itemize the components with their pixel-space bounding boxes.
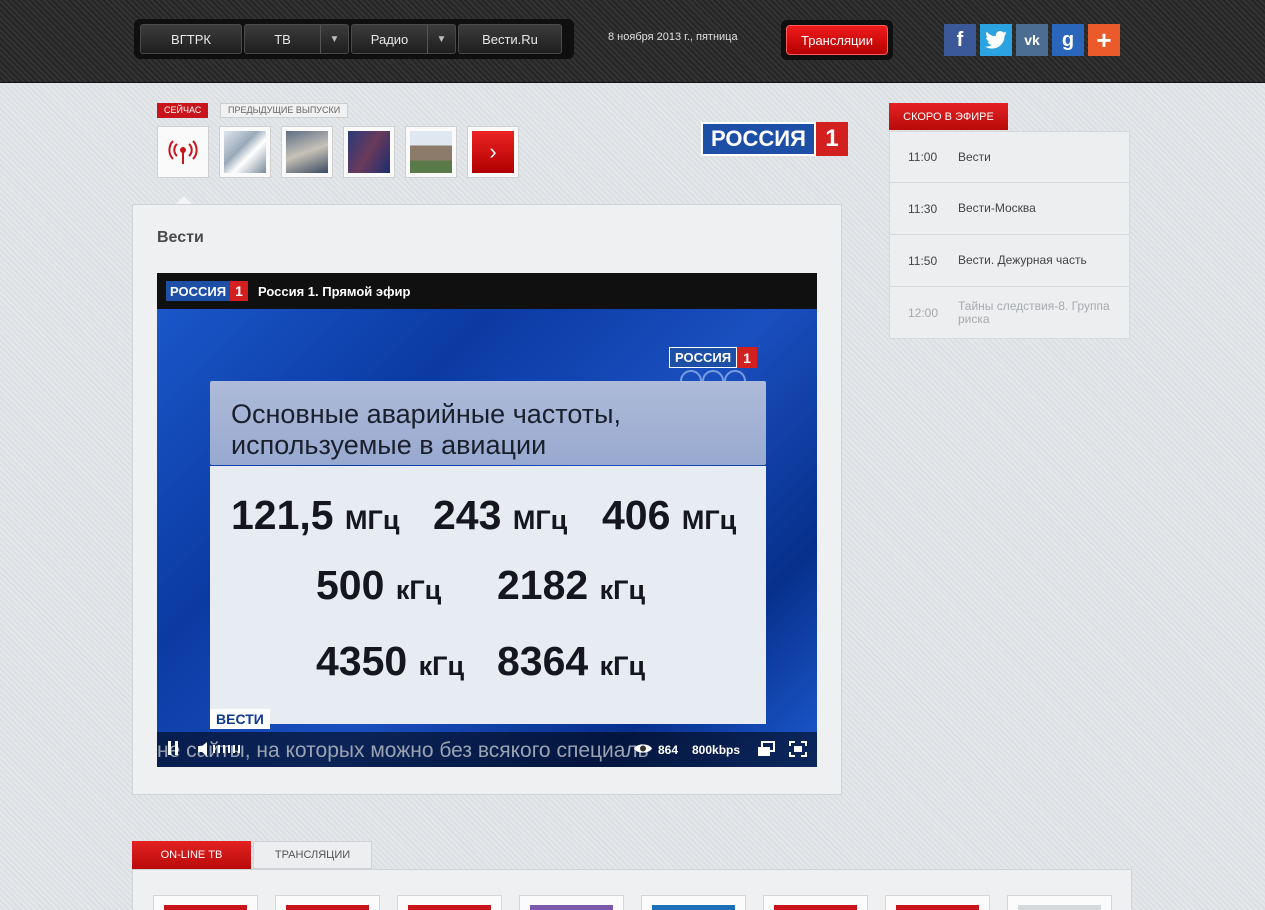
fullscreen-icon[interactable] (789, 741, 807, 760)
channel-card[interactable] (641, 895, 746, 910)
tab-previous-episodes[interactable]: ПРЕДЫДУЩИЕ ВЫПУСКИ (220, 103, 349, 118)
frequency-value: 2182 кГц (497, 562, 646, 608)
frequency-value: 4350 кГц (316, 638, 465, 684)
bitrate[interactable]: 800kbps (692, 743, 740, 757)
tab-now[interactable]: СЕЙЧАС (157, 103, 209, 118)
channel-card[interactable] (1007, 895, 1112, 910)
live-broadcast-icon (168, 140, 198, 164)
channel-card[interactable] (153, 895, 258, 910)
frequency-value: 121,5 МГц (231, 492, 400, 538)
frequency-value: 500 кГц (316, 562, 442, 608)
nav-radio[interactable]: Радио ▼ (351, 24, 456, 54)
chevron-right-icon: › (472, 131, 514, 173)
slide-heading-line: используемые в авиации (231, 430, 547, 460)
page-title: Вести (157, 229, 204, 246)
main-nav: ВГТРК ТВ ▼ Радио ▼ Вести.Ru (134, 19, 574, 59)
player-header: РОССИЯ 1 Россия 1. Прямой эфир (157, 273, 817, 309)
eye-icon (633, 742, 653, 758)
schedule-item[interactable]: 11:00 Вести (889, 131, 1130, 183)
frequency-value: 243 МГц (433, 492, 568, 538)
google-plus-icon[interactable]: g (1052, 24, 1084, 56)
episode-thumbnail[interactable] (281, 126, 333, 178)
twitter-icon[interactable] (980, 24, 1012, 56)
vk-icon[interactable]: vk (1016, 24, 1048, 56)
frequency-value: 8364 кГц (497, 638, 646, 684)
channel-logo: РОССИЯ 1 (701, 122, 848, 156)
next-episodes-button[interactable]: › (467, 126, 519, 178)
frequency-table: 121,5 МГц 243 МГц 406 МГц 500 кГц 2182 к… (210, 466, 766, 724)
channel-card[interactable] (763, 895, 868, 910)
broadcast-button-wrap: Трансляции (781, 20, 893, 60)
channel-card[interactable] (519, 895, 624, 910)
schedule-list: 11:00 Вести 11:30 Вести-Москва 11:50 Вести.… (889, 131, 1130, 339)
channel-card[interactable] (275, 895, 380, 910)
popout-icon[interactable] (757, 741, 775, 760)
episode-thumbnail[interactable] (343, 126, 395, 178)
nav-vesti-ru[interactable]: Вести.Ru (458, 24, 562, 54)
chevron-down-icon[interactable]: ▼ (427, 25, 455, 53)
schedule-item[interactable]: 11:30 Вести-Москва (889, 183, 1130, 235)
pause-icon[interactable] (167, 740, 179, 759)
volume-icon[interactable] (197, 741, 245, 760)
episode-thumbnails: › (157, 126, 519, 178)
share-plus-icon[interactable]: + (1088, 24, 1120, 56)
tab-coming-soon[interactable]: СКОРО В ЭФИРЕ (889, 103, 1008, 130)
broadcasts-button[interactable]: Трансляции (786, 25, 888, 55)
live-thumbnail[interactable] (157, 126, 209, 178)
schedule-item[interactable]: 11:50 Вести. Дежурная часть (889, 235, 1130, 287)
slide-heading-line: Основные аварийные частоты, (231, 399, 622, 429)
onscreen-channel-logo: РОССИЯ 1 (669, 347, 758, 368)
current-date: 8 ноября 2013 г., пятница (608, 31, 738, 43)
facebook-icon[interactable]: f (944, 24, 976, 56)
tab-online-tv[interactable]: ON-LINE ТВ (132, 841, 251, 869)
nav-tv[interactable]: ТВ ▼ (244, 24, 349, 54)
channel-card[interactable] (397, 895, 502, 910)
slide-heading-panel: Основные аварийные частоты, используемые… (210, 381, 766, 465)
program-tag: ВЕСТИ (210, 709, 270, 729)
chevron-down-icon[interactable]: ▼ (320, 25, 348, 53)
tab-pointer (176, 196, 192, 204)
player-controls: не сайты, на которых можно без всякого с… (157, 732, 817, 767)
video-frame: РОССИЯ 1 Основные аварийные частоты, исп… (157, 309, 817, 767)
social-links: f vk g + (944, 24, 1120, 56)
episode-thumbnail[interactable] (405, 126, 457, 178)
channel-card[interactable] (885, 895, 990, 910)
nav-vgtrk[interactable]: ВГТРК (140, 24, 242, 54)
episode-thumbnail[interactable] (219, 126, 271, 178)
top-bar: ВГТРК ТВ ▼ Радио ▼ Вести.Ru 8 ноября 2013 … (0, 0, 1265, 83)
video-player[interactable]: РОССИЯ 1 Россия 1. Прямой эфир РОССИЯ 1 … (157, 273, 817, 767)
tab-broadcasts[interactable]: ТРАНСЛЯЦИИ (253, 841, 372, 869)
viewer-count: 864 (658, 743, 679, 757)
schedule-item[interactable]: 12:00 Тайны следствия-8. Группа риска (889, 287, 1130, 339)
player-channel-logo: РОССИЯ 1 (166, 281, 249, 301)
stream-title: Россия 1. Прямой эфир (258, 284, 411, 299)
frequency-value: 406 МГц (602, 492, 737, 538)
